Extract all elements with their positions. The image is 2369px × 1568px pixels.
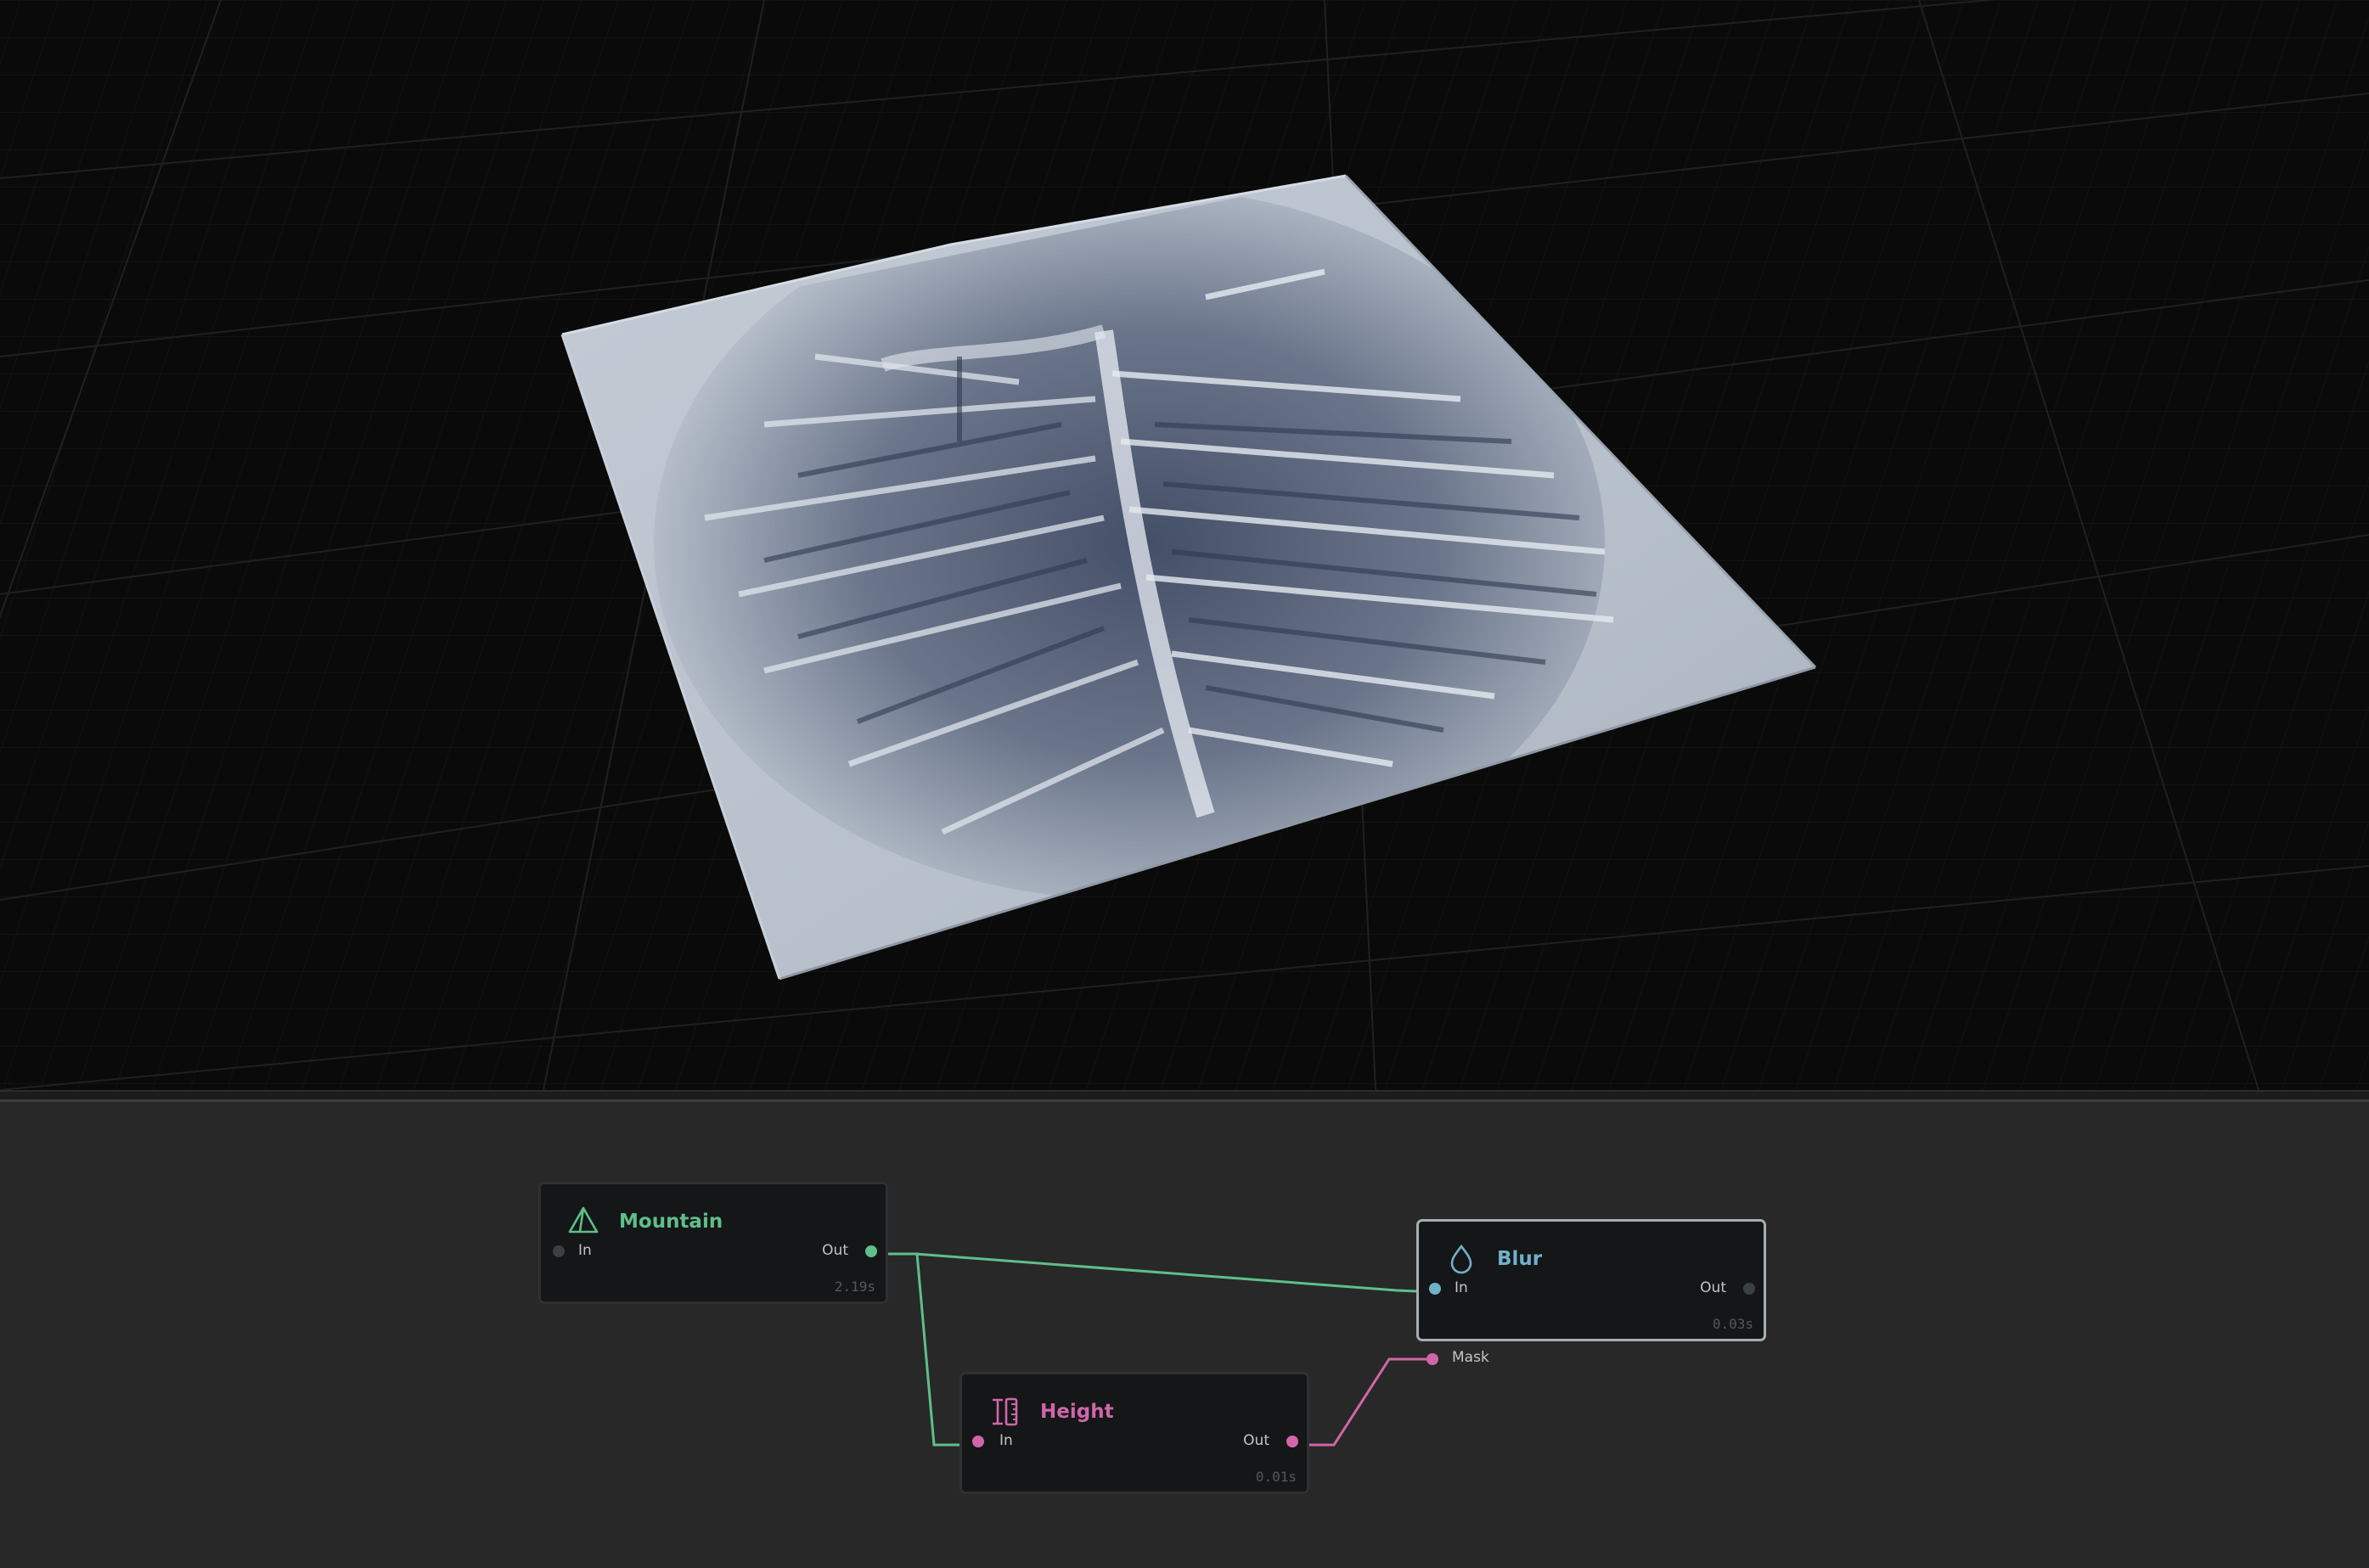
output-label: Out bbox=[822, 1242, 848, 1259]
mask-input-port[interactable] bbox=[1426, 1353, 1438, 1365]
cook-time: 0.03s bbox=[1712, 1316, 1753, 1332]
input-port[interactable] bbox=[1429, 1283, 1441, 1295]
node-title: Height bbox=[1040, 1401, 1114, 1423]
output-label: Out bbox=[1700, 1279, 1726, 1296]
node-title: Mountain bbox=[619, 1211, 723, 1233]
output-label: Out bbox=[1243, 1432, 1269, 1449]
height-ruler-icon bbox=[988, 1395, 1021, 1429]
output-port[interactable] bbox=[1743, 1283, 1755, 1295]
cook-time: 0.01s bbox=[1255, 1469, 1297, 1485]
wire-mountain-to-blur bbox=[871, 1252, 1436, 1294]
wire-height-to-mask bbox=[1291, 1357, 1432, 1447]
output-port[interactable] bbox=[1286, 1436, 1298, 1447]
panel-splitter[interactable] bbox=[0, 1090, 2369, 1102]
droplet-icon bbox=[1444, 1242, 1478, 1276]
node-title: Blur bbox=[1497, 1248, 1543, 1270]
mountain-node[interactable]: Mountain In Out 2.19s bbox=[538, 1182, 888, 1304]
input-port[interactable] bbox=[553, 1245, 565, 1257]
graph-wires bbox=[871, 1252, 1436, 1447]
cook-time: 2.19s bbox=[834, 1279, 875, 1295]
input-label: In bbox=[1455, 1279, 1468, 1296]
node-graph-panel[interactable]: Mountain In Out 2.19s Blur In Out 0.03s … bbox=[0, 1102, 2369, 1568]
blur-node[interactable]: Blur In Out 0.03s bbox=[1416, 1219, 1766, 1341]
input-port[interactable] bbox=[972, 1436, 984, 1447]
terrain-viewport[interactable] bbox=[0, 0, 2369, 1090]
output-port[interactable] bbox=[865, 1245, 877, 1257]
pyramid-icon bbox=[566, 1205, 600, 1239]
height-node[interactable]: Height In Out 0.01s bbox=[959, 1372, 1309, 1494]
input-label: In bbox=[999, 1432, 1013, 1449]
viewport-canvas[interactable] bbox=[0, 0, 2369, 1090]
mask-label: Mask bbox=[1452, 1349, 1489, 1366]
input-label: In bbox=[578, 1242, 592, 1259]
